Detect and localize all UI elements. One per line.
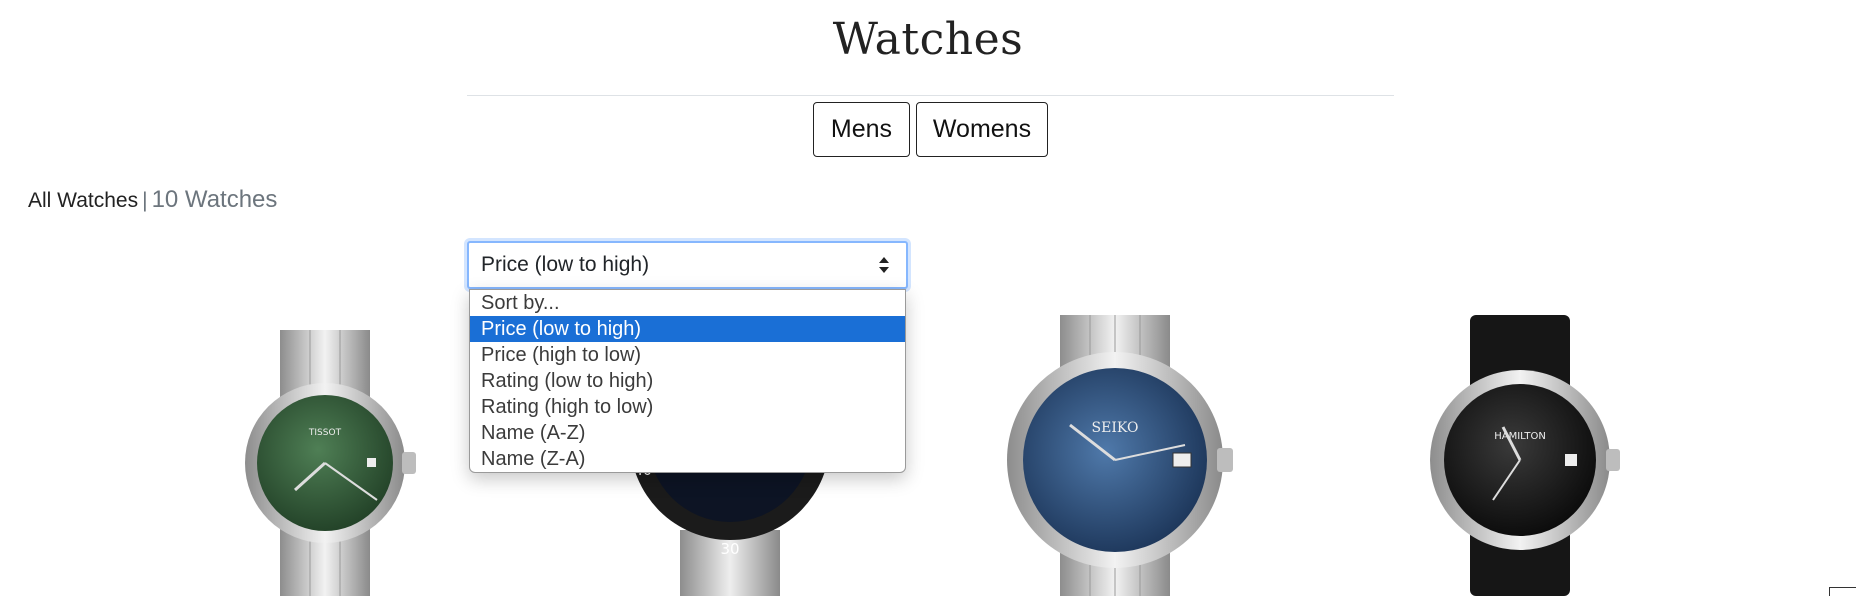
product-image-hamilton[interactable]: HAMILTON — [1415, 315, 1655, 596]
product-image-seiko-presage[interactable]: SEIKO — [1005, 315, 1245, 596]
sort-option-rating-low-high[interactable]: Rating (low to high) — [470, 368, 905, 394]
sort-option-price-high-low[interactable]: Price (high to low) — [470, 342, 905, 368]
sort-select-value: Price (low to high) — [481, 253, 650, 276]
womens-category-button[interactable]: Womens — [916, 102, 1048, 157]
sort-select[interactable]: Price (low to high) — [467, 241, 908, 289]
header-divider — [467, 95, 1394, 96]
page-title: Watches — [832, 14, 1024, 65]
corner-widget — [1829, 587, 1856, 596]
sort-option-price-low-high[interactable]: Price (low to high) — [470, 316, 905, 342]
svg-text:TISSOT: TISSOT — [308, 428, 342, 438]
sort-option-name-z-a[interactable]: Name (Z-A) — [470, 446, 905, 472]
sort-option-rating-high-low[interactable]: Rating (high to low) — [470, 394, 905, 420]
breadcrumb: All Watches | 10 Watches — [28, 186, 277, 214]
sort-option-placeholder[interactable]: Sort by... — [470, 290, 905, 316]
product-count: 10 Watches — [151, 186, 278, 213]
sort-option-name-a-z[interactable]: Name (A-Z) — [470, 420, 905, 446]
mens-category-button[interactable]: Mens — [813, 102, 910, 157]
product-image-tissot[interactable]: TISSOT — [215, 330, 455, 611]
select-arrows-icon — [879, 257, 889, 273]
svg-text:SEIKO: SEIKO — [1092, 420, 1139, 436]
svg-text:30: 30 — [720, 540, 739, 558]
svg-text:HAMILTON: HAMILTON — [1494, 431, 1546, 442]
breadcrumb-all-watches[interactable]: All Watches — [28, 189, 138, 212]
sort-dropdown-list: Sort by... Price (low to high) Price (hi… — [469, 289, 906, 473]
breadcrumb-separator: | — [142, 189, 148, 212]
